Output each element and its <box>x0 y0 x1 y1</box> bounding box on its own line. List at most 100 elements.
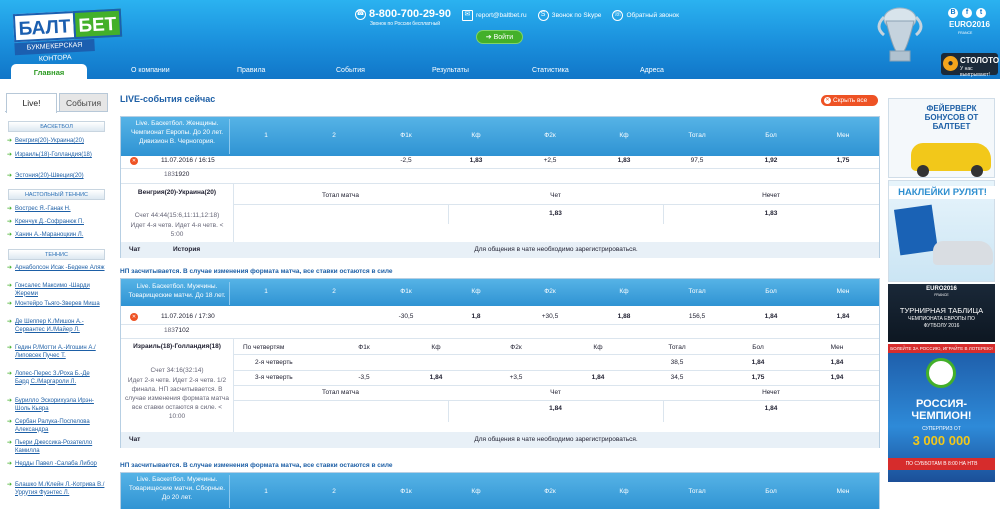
col-header: Кф <box>471 488 481 495</box>
history-tab[interactable]: История <box>173 246 200 253</box>
chat-tab[interactable]: Чат <box>129 436 140 443</box>
baltbet-logo[interactable]: БАЛТ БЕТ БУКМЕКЕРСКАЯ КОНТОРА <box>12 8 122 63</box>
odds-value[interactable]: -3,5 <box>339 374 389 381</box>
twitter-icon[interactable]: t <box>976 8 986 18</box>
sidebar-match[interactable]: Бурилло Эскорихуэла Ирэн-Шоль Кьяра <box>7 398 105 413</box>
match-score: Счет 34:16(32:14) <box>150 367 204 374</box>
nav-statistics[interactable]: Статистика <box>532 67 569 74</box>
nav-home[interactable]: Главная <box>11 64 87 79</box>
sidebar-match[interactable]: Гедин Р./Мотти А.-Игошин А./Липовсек Пуч… <box>7 345 105 360</box>
q-col-header: Кф <box>431 344 441 351</box>
chat-tab[interactable]: Чат <box>129 246 140 253</box>
tournament-subtitle: ЧЕМПИОНАТА ЕВРОПЫ ПО ФУТБОЛУ 2016 <box>908 316 975 329</box>
sidebar-match[interactable]: Гонсалес Максимо -Шарди Жереми <box>7 283 105 298</box>
divider <box>233 354 879 355</box>
sidebar-tabs: Live! События <box>5 92 108 113</box>
col-header: Кф <box>619 132 629 139</box>
sidebar-match[interactable]: Сербан Ралука-Поспелова Александра <box>7 419 105 434</box>
sidebar-match[interactable]: Вострес Я.-Ганак Н. <box>7 206 105 214</box>
odds-value[interactable]: 1,84 <box>448 405 663 412</box>
email-contact[interactable]: ✉ report@baltbet.ru <box>461 10 527 21</box>
col-header: Бол <box>765 132 777 139</box>
odds-value[interactable]: 1,88 <box>601 313 647 320</box>
nav-about[interactable]: О компании <box>131 67 170 74</box>
sidebar-match[interactable]: Монтейро Тьяго-Зверев Миша <box>7 301 105 309</box>
sidebar-match[interactable]: Ханин А.-Мараноцкин Л. <box>7 232 105 240</box>
callback-icon: ☏ <box>612 10 624 21</box>
odds-value[interactable]: 1,84 <box>663 405 879 412</box>
odds-value[interactable]: 1,84 <box>733 359 783 366</box>
tab-live[interactable]: Live! <box>6 93 57 113</box>
stickers-banner[interactable]: НАКЛЕЙКИ РУЛЯТ! <box>888 180 996 282</box>
odds-value[interactable]: 97,5 <box>674 157 720 164</box>
odds-value[interactable]: 1,83 <box>448 210 663 217</box>
col-header: Мен <box>836 132 850 139</box>
sidebar-match[interactable]: Лопес-Перес З./Роха Б.-Де Бард С./Маргар… <box>7 371 105 386</box>
event-note: НП засчитывается. В случае изменения фор… <box>120 268 393 275</box>
lottery-banner[interactable]: БОЛЕЙТЕ ЗА РОССИЮ, ИГРАЙТЕ В ЛОТЕРЕЮ! РО… <box>888 344 995 482</box>
odds-value[interactable]: 1,83 <box>663 210 879 217</box>
sidebar-match[interactable]: Пьери Джессика-Розателло Камилла <box>7 440 105 455</box>
odds-value[interactable]: +30,5 <box>527 313 573 320</box>
stoloto-banner[interactable]: ● СТОЛОТО У нас выигрывают! <box>941 53 999 78</box>
odds-value[interactable]: 1,94 <box>812 374 862 381</box>
match-status: Идет 4-я четв. Идет 4-я четв. < 5:00 <box>130 222 224 238</box>
sidebar-match[interactable]: Кренчук Д.-Софранюк П. <box>7 219 105 227</box>
odds-value[interactable]: -30,5 <box>383 313 429 320</box>
category-basketball[interactable]: БАСКЕТБОЛ <box>8 121 105 132</box>
odds-value[interactable]: 1,75 <box>820 157 866 164</box>
odds-value[interactable]: 1,84 <box>820 313 866 320</box>
phone-icon: ☎ <box>355 8 366 20</box>
nav-rules[interactable]: Правила <box>237 67 265 74</box>
odds-value[interactable]: -2,5 <box>383 157 429 164</box>
tournament-table-banner[interactable]: EURO2016 FRANCE ТУРНИРНАЯ ТАБЛИЦА ЧЕМПИО… <box>888 284 995 342</box>
nav-addresses[interactable]: Адреса <box>640 67 664 74</box>
col-header: Кф <box>471 288 481 295</box>
chat-message: Для общения в чате необходимо зарегистри… <box>474 246 638 253</box>
nav-events[interactable]: События <box>336 67 365 74</box>
divider <box>233 204 879 205</box>
quarter-label: 2-я четверть <box>255 359 293 366</box>
odds-value[interactable]: 1,84 <box>812 359 862 366</box>
hide-all-button[interactable]: ✕ Скрыть все <box>821 95 878 106</box>
bonus-banner[interactable]: ФЕЙЕРВЕРК БОНУСОВ ОТ БАЛТБЕТ <box>888 98 995 178</box>
sidebar-match[interactable]: Арнаболсон Исак -Бедене Аляж <box>7 265 105 273</box>
event-header: Live. Баскетбол. Женщины. Чемпионат Евро… <box>121 117 879 156</box>
facebook-icon[interactable]: f <box>962 8 972 18</box>
sidebar-match[interactable]: Недды Павел -Салаба Либор <box>7 461 105 469</box>
login-button[interactable]: ➔ Войти <box>476 30 523 44</box>
odds-value[interactable]: 1,83 <box>601 157 647 164</box>
nav-results[interactable]: Результаты <box>432 67 469 74</box>
remove-event-icon[interactable]: ✕ <box>130 157 138 165</box>
callback-contact[interactable]: ☏ Обратный звонок <box>612 10 679 21</box>
category-table-tennis[interactable]: НАСТОЛЬНЫЙ ТЕННИС <box>8 189 105 200</box>
odds-value[interactable]: 38,5 <box>652 359 702 366</box>
skype-link: Звонок по Skype <box>551 12 602 19</box>
tab-events[interactable]: События <box>59 93 108 112</box>
odds-value[interactable]: 1,84 <box>573 374 623 381</box>
odds-value[interactable]: +3,5 <box>491 374 541 381</box>
odds-value[interactable]: 1,84 <box>748 313 794 320</box>
match-status: Идет 2-я четв. Идет 2-я четв. 1/2 финала… <box>125 377 229 420</box>
sidebar-match[interactable]: Эстония(20)-Швеция(20) <box>7 173 105 181</box>
sidebar-match[interactable]: Израиль(18)-Голландия(18) <box>7 152 105 160</box>
odds-value[interactable]: 1,8 <box>453 313 499 320</box>
sidebar-match[interactable]: Де Шеппер К./Мишон А.-Сервантес И./Майер… <box>7 319 105 334</box>
odds-value[interactable]: +2,5 <box>527 157 573 164</box>
blog-icon[interactable]: B <box>948 8 958 18</box>
sidebar-match[interactable]: Венгрия(20)-Украина(20) <box>7 138 105 146</box>
match-name: Венгрия(20)-Украина(20) <box>137 189 217 196</box>
phone-contact[interactable]: ☎ 8-800-700-29-90 Звонок по России беспл… <box>355 8 451 27</box>
odds-value[interactable]: 156,5 <box>674 313 720 320</box>
odds-value[interactable]: 34,5 <box>652 374 702 381</box>
odds-value[interactable]: 1,83 <box>453 157 499 164</box>
event-card: Live. Баскетбол. Мужчины. Товарищеские м… <box>120 472 880 509</box>
tournament-logo: EURO2016 <box>926 286 957 292</box>
odds-value[interactable]: 1,92 <box>748 157 794 164</box>
skype-contact[interactable]: S Звонок по Skype <box>537 10 602 21</box>
remove-event-icon[interactable]: ✕ <box>130 313 138 321</box>
category-tennis[interactable]: ТЕННИС <box>8 249 105 260</box>
odds-value[interactable]: 1,75 <box>733 374 783 381</box>
odds-value[interactable]: 1,84 <box>411 374 461 381</box>
sidebar-match[interactable]: Блашко М./Клейн Л.-Котрива В./Уррутия Фу… <box>7 482 105 497</box>
